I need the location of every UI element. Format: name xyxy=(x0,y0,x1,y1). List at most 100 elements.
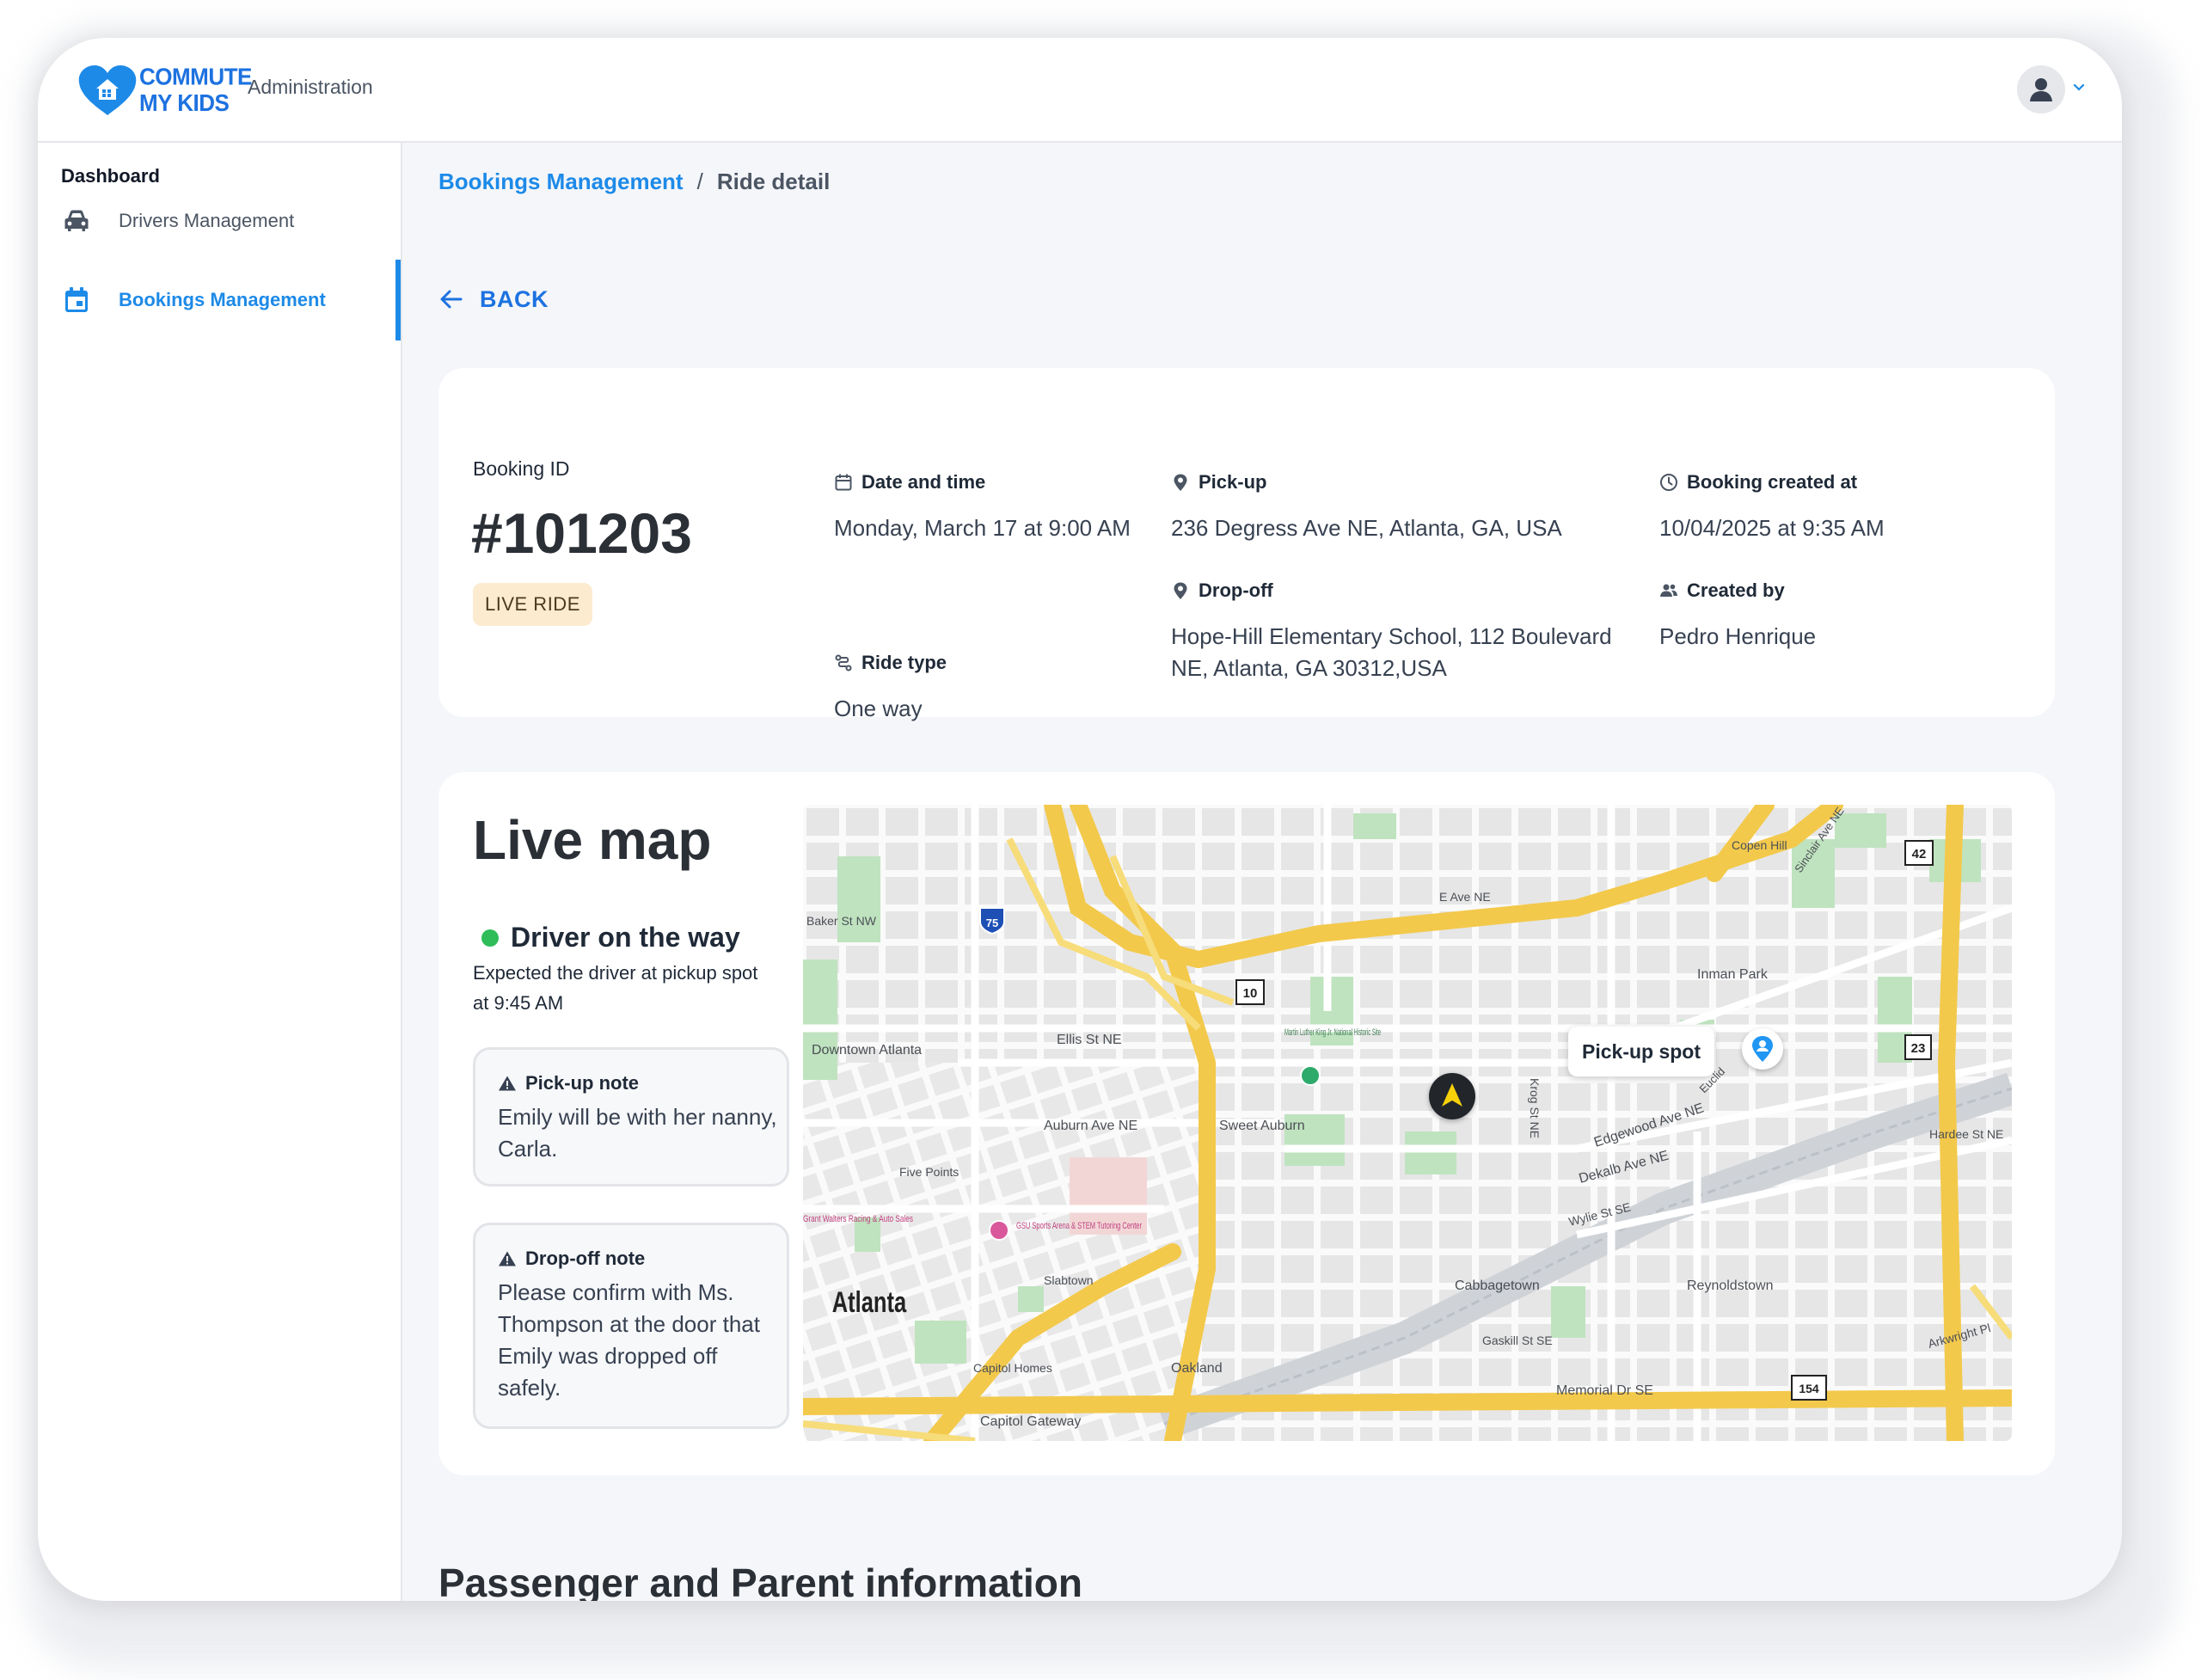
live-map-card: Live map Driver on the way Expected the … xyxy=(438,772,2055,1475)
map-label-sweet-auburn: Sweet Auburn xyxy=(1219,1119,1305,1133)
pickup-note-label: Pick-up note xyxy=(525,1072,640,1094)
users-icon xyxy=(1660,584,1677,597)
ride-type-header: Ride type xyxy=(834,652,1135,674)
map-label-hardee: Hardee St NE xyxy=(1929,1127,2003,1141)
app-logo[interactable]: COMMUTE MY KIDS xyxy=(76,62,252,117)
map-label-gaskill: Gaskill St SE xyxy=(1482,1334,1553,1347)
dropoff-header: Drop-off xyxy=(1171,579,1652,602)
created-by-header: Created by xyxy=(1659,579,2029,602)
pickup-note-header: Pick-up note xyxy=(498,1072,639,1094)
driver-status-text: Driver on the way xyxy=(511,922,740,953)
location-pin-icon xyxy=(1174,474,1187,491)
driver-status: Driver on the way xyxy=(481,922,740,953)
map-label-krog: Krog St NE xyxy=(1528,1078,1542,1138)
passenger-parent-section-title: Passenger and Parent information xyxy=(438,1560,1082,1601)
calendar-icon xyxy=(65,287,88,312)
map-label-capitol-gateway: Capitol Gateway xyxy=(980,1414,1081,1429)
active-indicator xyxy=(395,260,401,340)
sidebar-item-bookings[interactable]: Bookings Management xyxy=(38,260,401,340)
back-label: BACK xyxy=(480,285,549,312)
driver-location-marker[interactable] xyxy=(1429,1073,1475,1119)
map-canvas[interactable]: 75 10 42 23 154 Atlanta Downtown Atlanta… xyxy=(803,805,2012,1441)
user-avatar[interactable] xyxy=(2017,65,2065,113)
dropoff-note-text: Please confirm with Ms. Thompson at the … xyxy=(498,1279,760,1401)
map-label-cabbagetown: Cabbagetown xyxy=(1455,1278,1540,1293)
date-time-header: Date and time xyxy=(834,471,1135,494)
sidebar-item-drivers[interactable]: Drivers Management xyxy=(38,181,401,261)
map-shield-42: 42 xyxy=(1904,840,1934,866)
created-at-header: Booking created at xyxy=(1659,471,2029,494)
dropoff-label: Drop-off xyxy=(1199,579,1273,601)
pickup-field: Pick-up 236 Degress Ave NE, Atlanta, GA,… xyxy=(1171,471,1635,544)
created-by-field: Created by Pedro Henrique xyxy=(1659,579,2029,653)
date-time-value: Monday, March 17 at 9:00 AM xyxy=(834,515,1131,541)
pickup-header: Pick-up xyxy=(1171,471,1635,494)
pickup-label: Pick-up xyxy=(1199,471,1267,493)
map-label-auburn: Auburn Ave NE xyxy=(1044,1119,1137,1133)
dropoff-note: Drop-off note Please confirm with Ms. Th… xyxy=(473,1223,789,1429)
ride-type-field: Ride type One way xyxy=(834,652,1135,725)
map-shield-75: 75 xyxy=(979,907,1005,935)
map-label-capitol-homes: Capitol Homes xyxy=(973,1361,1052,1375)
pickup-spot-marker[interactable] xyxy=(1742,1028,1783,1070)
shield-42-label: 42 xyxy=(1912,847,1927,861)
sidebar-item-label: Bookings Management xyxy=(119,289,326,310)
date-time-field: Date and time Monday, March 17 at 9:00 A… xyxy=(834,471,1135,544)
created-at-value: 10/04/2025 at 9:35 AM xyxy=(1659,515,1885,541)
booking-id: #101203 xyxy=(471,501,692,565)
map-label-oakland: Oakland xyxy=(1171,1361,1223,1376)
map-label-atlanta: Atlanta xyxy=(832,1287,907,1319)
dropoff-value: Hope-Hill Elementary School, 112 Bouleva… xyxy=(1171,623,1612,681)
dropoff-note-label: Drop-off note xyxy=(525,1248,646,1269)
app-window: COMMUTE MY KIDS Administration Dashboard… xyxy=(38,38,2122,1601)
status-dot xyxy=(481,929,499,947)
dropoff-field: Drop-off Hope-Hill Elementary School, 11… xyxy=(1171,579,1652,684)
map-shield-23: 23 xyxy=(1904,1034,1932,1060)
live-map[interactable]: 75 10 42 23 154 Atlanta Downtown Atlanta… xyxy=(803,805,2012,1441)
shield-154-label: 154 xyxy=(1799,1382,1819,1395)
location-pin-icon xyxy=(1174,582,1187,599)
sidebar-item-label: Drivers Management xyxy=(119,210,295,231)
date-time-label: Date and time xyxy=(861,471,986,493)
breadcrumb-link-bookings[interactable]: Bookings Management xyxy=(438,169,684,194)
navigation-arrow-icon xyxy=(1442,1083,1462,1107)
sidebar: Dashboard Drivers Management Bookings Ma… xyxy=(38,143,402,1601)
map-label-gsu: GSU Sports Arena & STEM Tutoring Center xyxy=(1016,1221,1142,1231)
clock-icon xyxy=(1660,474,1677,491)
booking-info-card: Booking ID #101203 LIVE RIDE Date and ti… xyxy=(438,368,2055,721)
map-shield-154: 154 xyxy=(1791,1375,1827,1401)
breadcrumb: Bookings Management / Ride detail xyxy=(438,169,830,195)
heart-home-icon xyxy=(78,65,137,115)
map-label-e-ave: E Ave NE xyxy=(1439,890,1491,904)
map-label-memorial: Memorial Dr SE xyxy=(1556,1383,1653,1398)
arrow-left-icon xyxy=(440,290,463,309)
pickup-spot-callout[interactable]: Pick-up spot xyxy=(1568,1027,1715,1076)
breadcrumb-separator: / xyxy=(696,169,703,194)
chevron-down-icon[interactable] xyxy=(2072,81,2086,95)
shield-75-label: 75 xyxy=(986,917,998,929)
back-button[interactable]: BACK xyxy=(438,282,549,316)
ride-type-label: Ride type xyxy=(861,652,947,673)
created-at-label: Booking created at xyxy=(1687,471,1858,493)
logo-line-1: COMMUTE xyxy=(139,62,252,91)
top-bar: COMMUTE MY KIDS Administration xyxy=(38,38,2122,143)
map-label-reynoldstown: Reynoldstown xyxy=(1687,1278,1774,1293)
map-label-mlk: Martin Luther King Jr. National Historic… xyxy=(1284,1027,1381,1038)
warning-icon xyxy=(499,1251,516,1266)
user-icon xyxy=(2030,78,2052,101)
breadcrumb-current: Ride detail xyxy=(716,169,831,194)
logo-line-2: MY KIDS xyxy=(139,88,230,117)
calendar-icon xyxy=(835,474,852,491)
pickup-note-text: Emily will be with her nanny, Carla. xyxy=(498,1104,777,1162)
logo-wordmark: COMMUTE MY KIDS xyxy=(139,64,252,115)
status-badge: LIVE RIDE xyxy=(473,583,592,626)
live-map-title: Live map xyxy=(473,809,712,871)
park-poi-icon xyxy=(1300,1065,1321,1086)
map-shield-10: 10 xyxy=(1235,979,1265,1005)
shield-10-label: 10 xyxy=(1243,986,1258,1001)
created-by-value: Pedro Henrique xyxy=(1659,623,1817,649)
map-label-inman-park: Inman Park xyxy=(1697,967,1769,982)
person-pin-icon xyxy=(1752,1036,1773,1062)
pickup-value: 236 Degress Ave NE, Atlanta, GA, USA xyxy=(1171,515,1562,541)
pickup-note: Pick-up note Emily will be with her nann… xyxy=(473,1047,789,1186)
